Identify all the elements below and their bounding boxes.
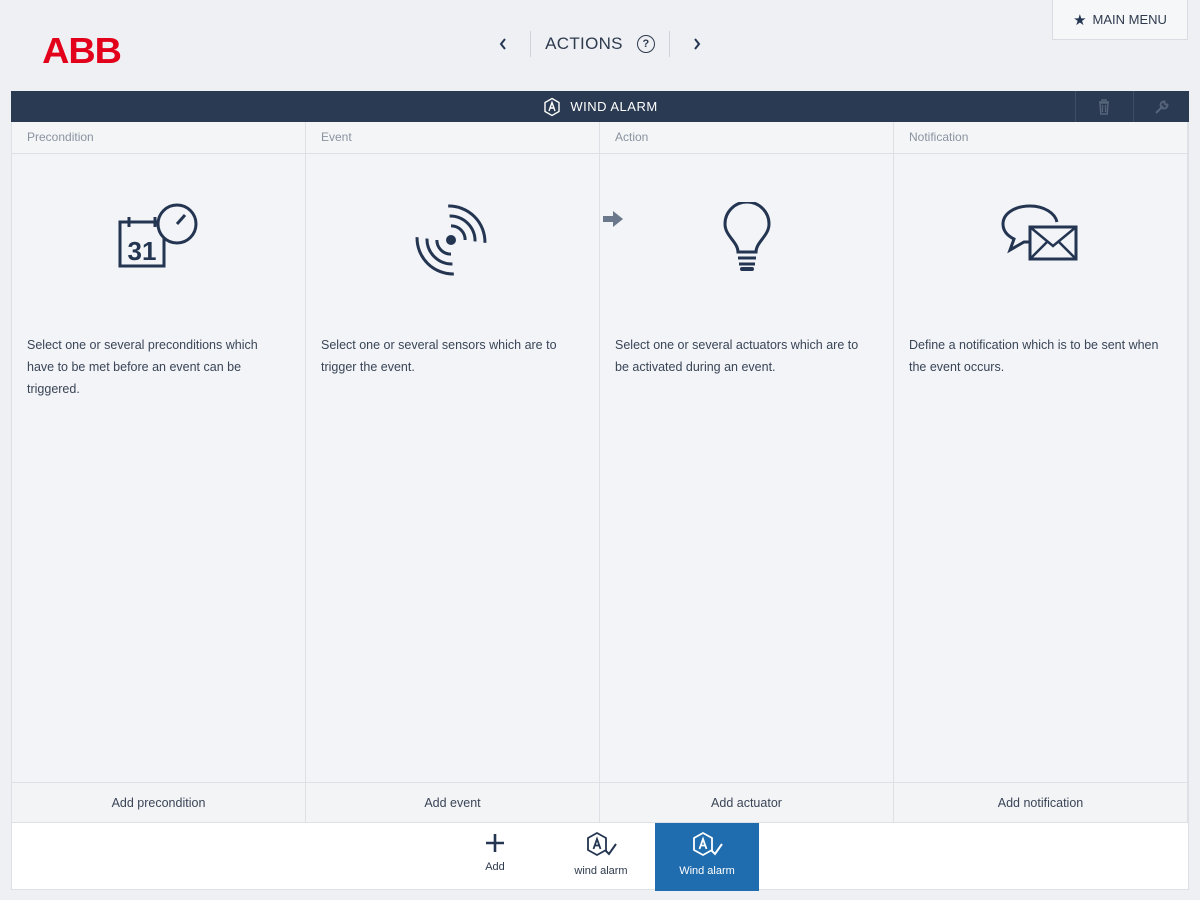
- column-description: Select one or several sensors which are …: [321, 338, 557, 374]
- nav-divider: [530, 31, 532, 57]
- notification-column: Notification Define a notification which…: [894, 122, 1188, 822]
- sensor-signal-icon: [415, 204, 486, 276]
- column-body[interactable]: 31 Select one or several preconditions w…: [12, 154, 305, 782]
- previous-arrow-icon[interactable]: [490, 31, 516, 57]
- title-bar-divider: [1133, 91, 1134, 122]
- main-menu-button[interactable]: ★ MAIN MENU: [1052, 0, 1188, 40]
- action-title: WIND ALARM: [570, 99, 658, 114]
- toolbar-item-label: Add: [485, 861, 505, 873]
- app-screen: ABB ACTIONS ? ★ MAIN MENU WIND ALARM Pre…: [0, 0, 1200, 900]
- add-event-button[interactable]: Add event: [306, 782, 599, 822]
- column-header: Event: [306, 122, 599, 154]
- automation-check-icon: [587, 831, 617, 857]
- add-precondition-button[interactable]: Add precondition: [12, 782, 305, 822]
- wrench-icon[interactable]: [1152, 97, 1172, 117]
- column-description: Select one or several actuators which ar…: [615, 338, 859, 374]
- automation-icon: [544, 97, 561, 116]
- column-body[interactable]: Select one or several actuators which ar…: [600, 154, 893, 782]
- column-header: Action: [600, 122, 893, 154]
- bottom-toolbar: Add wind alarm Wind alarm: [11, 822, 1189, 891]
- toolbar-item-label: wind alarm: [574, 865, 628, 877]
- column-description: Select one or several preconditions whic…: [27, 338, 258, 396]
- star-icon: ★: [1073, 11, 1087, 29]
- action-board: Precondition 31 Select one or several pr…: [11, 122, 1189, 822]
- light-bulb-icon: [722, 202, 771, 271]
- column-body[interactable]: Select one or several sensors which are …: [306, 154, 599, 782]
- plus-icon: [486, 834, 504, 852]
- action-title-bar: WIND ALARM: [11, 91, 1189, 122]
- page-title: ACTIONS: [545, 34, 623, 53]
- main-menu-label: MAIN MENU: [1092, 12, 1167, 27]
- column-body[interactable]: Define a notification which is to be sen…: [894, 154, 1187, 782]
- column-header: Precondition: [12, 122, 305, 154]
- top-navigation: ACTIONS ?: [0, 24, 1200, 64]
- calendar-day: 31: [127, 236, 156, 266]
- toolbar-item-label: Wind alarm: [679, 865, 735, 877]
- flow-arrow-icon: [603, 211, 623, 227]
- wind-alarm-tab[interactable]: wind alarm: [549, 823, 653, 891]
- help-icon[interactable]: ?: [636, 35, 655, 53]
- message-mail-icon: [1000, 204, 1077, 261]
- column-header: Notification: [894, 122, 1187, 154]
- action-column: Action Select one or several actuators w…: [600, 122, 894, 822]
- precondition-column: Precondition 31 Select one or several pr…: [12, 122, 306, 822]
- add-notification-button[interactable]: Add notification: [894, 782, 1187, 822]
- add-actuator-button[interactable]: Add actuator: [600, 782, 893, 822]
- add-action-button[interactable]: Add: [443, 823, 547, 891]
- automation-check-icon: [693, 831, 723, 857]
- calendar-clock-icon: 31: [118, 203, 197, 268]
- event-column: Event Select one or several sensors whic…: [306, 122, 600, 822]
- wind-alarm-tab-active[interactable]: Wind alarm: [655, 823, 759, 891]
- column-description: Define a notification which is to be sen…: [909, 338, 1159, 374]
- trash-icon[interactable]: [1094, 97, 1114, 117]
- title-bar-divider: [1075, 91, 1076, 122]
- next-arrow-icon[interactable]: [684, 31, 710, 57]
- nav-divider: [668, 31, 670, 57]
